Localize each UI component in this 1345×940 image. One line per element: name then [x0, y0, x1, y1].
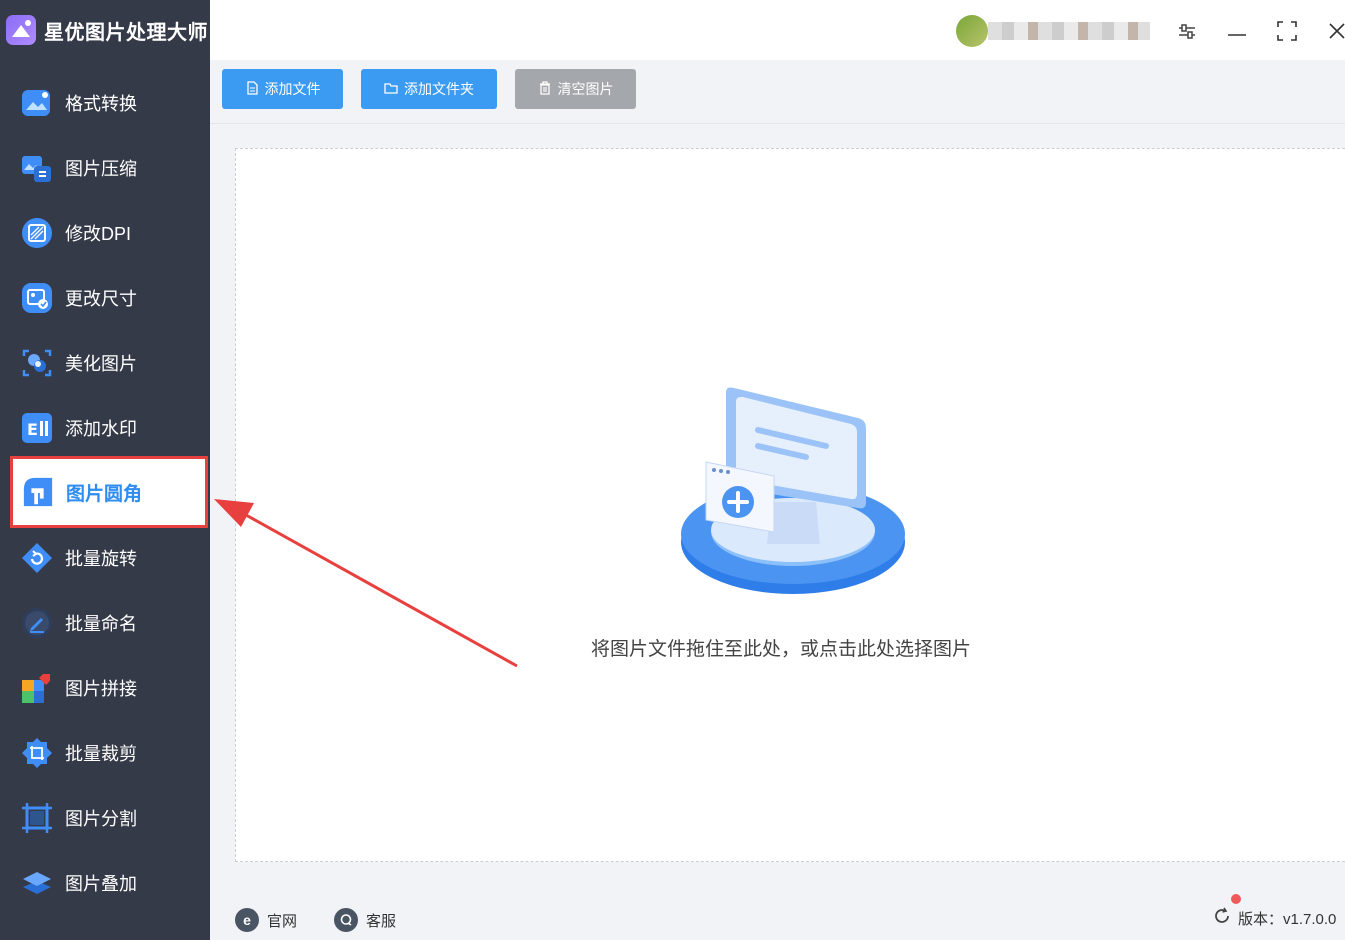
beautify-icon: [21, 347, 53, 379]
sidebar-item-label: 批量裁剪: [65, 743, 137, 764]
sidebar: 星优图片处理大师 格式转换 图片压缩 修改DPI 更改尺寸 美化图片 E 添加水…: [0, 0, 210, 940]
folder-icon: [384, 81, 398, 98]
avatar[interactable]: [956, 15, 988, 47]
sidebar-item-overlay[interactable]: 图片叠加: [0, 850, 210, 915]
sidebar-item-label: 修改DPI: [65, 223, 132, 244]
website-label: 官网: [267, 912, 298, 930]
monitor-upload-illustration: [681, 387, 905, 594]
stitch-icon: [21, 672, 53, 704]
add-folder-button[interactable]: 添加文件夹: [361, 69, 497, 109]
add-file-label: 添加文件: [264, 81, 321, 97]
title-bar: [210, 0, 1345, 60]
sidebar-item-label: 添加水印: [65, 418, 137, 439]
sidebar-item-watermark[interactable]: E 添加水印: [0, 395, 210, 460]
format-convert-icon: [21, 87, 53, 119]
sidebar-item-stitch[interactable]: 图片拼接: [0, 655, 210, 720]
support-link[interactable]: 客服: [334, 908, 396, 932]
app-name: 星优图片处理大师: [44, 21, 208, 44]
sidebar-item-label: 图片压缩: [65, 158, 137, 179]
sidebar-item-crop[interactable]: 批量裁剪: [0, 720, 210, 785]
sidebar-item-rotate[interactable]: 批量旋转: [0, 525, 210, 590]
add-file-button[interactable]: 添加文件: [222, 69, 343, 109]
file-icon: [245, 80, 259, 98]
clear-images-label: 清空图片: [557, 81, 614, 97]
sidebar-item-beautify[interactable]: 美化图片: [0, 330, 210, 395]
sidebar-item-label: 格式转换: [65, 93, 137, 114]
work-area: 将图片文件拖住至此处，或点击此处选择图片: [210, 124, 1345, 890]
chat-bubble-icon: [334, 908, 358, 932]
sidebar-item-label: 图片圆角: [66, 483, 143, 505]
split-icon: [21, 802, 53, 834]
toolbar: 添加文件 添加文件夹 清空图片: [210, 60, 1345, 124]
sidebar-item-label: 美化图片: [65, 353, 137, 374]
footer: e 官网 客服 版本：v1.7.0.0: [210, 890, 1345, 940]
rotate-icon: [21, 542, 53, 574]
watermark-icon: E: [21, 412, 53, 444]
add-folder-label: 添加文件夹: [404, 81, 474, 97]
version-label: 版本：v1.7.0.0: [1238, 910, 1337, 928]
sidebar-item-label: 图片叠加: [65, 873, 137, 894]
sidebar-item-label: 批量命名: [65, 613, 137, 634]
sidebar-item-format-convert[interactable]: 格式转换: [0, 70, 210, 135]
overlay-icon: [21, 867, 53, 899]
sidebar-item-image-compress[interactable]: 图片压缩: [0, 135, 210, 200]
minimize-icon[interactable]: [1222, 16, 1252, 46]
sidebar-item-rounded-corner[interactable]: 图片圆角: [12, 459, 206, 525]
svg-text:E: E: [27, 420, 38, 439]
sidebar-item-dpi[interactable]: 修改DPI: [0, 200, 210, 265]
sidebar-item-label: 图片拼接: [65, 678, 137, 699]
dpi-icon: [21, 217, 53, 249]
drop-zone[interactable]: 将图片文件拖住至此处，或点击此处选择图片: [235, 148, 1345, 862]
app-logo-icon: [6, 15, 36, 45]
version-info[interactable]: 版本：v1.7.0.0: [1212, 906, 1336, 930]
rename-icon: [21, 607, 53, 639]
username-blurred: [988, 22, 1150, 40]
settings-icon[interactable]: [1172, 16, 1202, 46]
maximize-icon[interactable]: [1272, 16, 1302, 46]
sidebar-item-resize[interactable]: 更改尺寸: [0, 265, 210, 330]
rounded-corner-icon: [22, 476, 54, 508]
trash-icon: [538, 80, 552, 98]
website-link[interactable]: e 官网: [235, 908, 297, 932]
crop-icon: [21, 737, 53, 769]
sidebar-item-label: 图片分割: [65, 808, 137, 829]
app-title: 星优图片处理大师: [6, 12, 208, 48]
image-compress-icon: [21, 152, 53, 184]
refresh-icon: [1212, 906, 1232, 930]
resize-icon: [21, 282, 53, 314]
sidebar-item-split[interactable]: 图片分割: [0, 785, 210, 850]
update-notification-dot: [1231, 894, 1241, 904]
ie-browser-icon: e: [235, 908, 259, 932]
support-label: 客服: [366, 912, 397, 930]
close-icon[interactable]: [1322, 16, 1345, 46]
sidebar-item-rename[interactable]: 批量命名: [0, 590, 210, 655]
clear-images-button[interactable]: 清空图片: [515, 69, 636, 109]
drop-zone-hint: 将图片文件拖住至此处，或点击此处选择图片: [591, 639, 972, 660]
sidebar-item-label: 批量旋转: [65, 548, 137, 569]
sidebar-item-label: 更改尺寸: [65, 288, 137, 309]
